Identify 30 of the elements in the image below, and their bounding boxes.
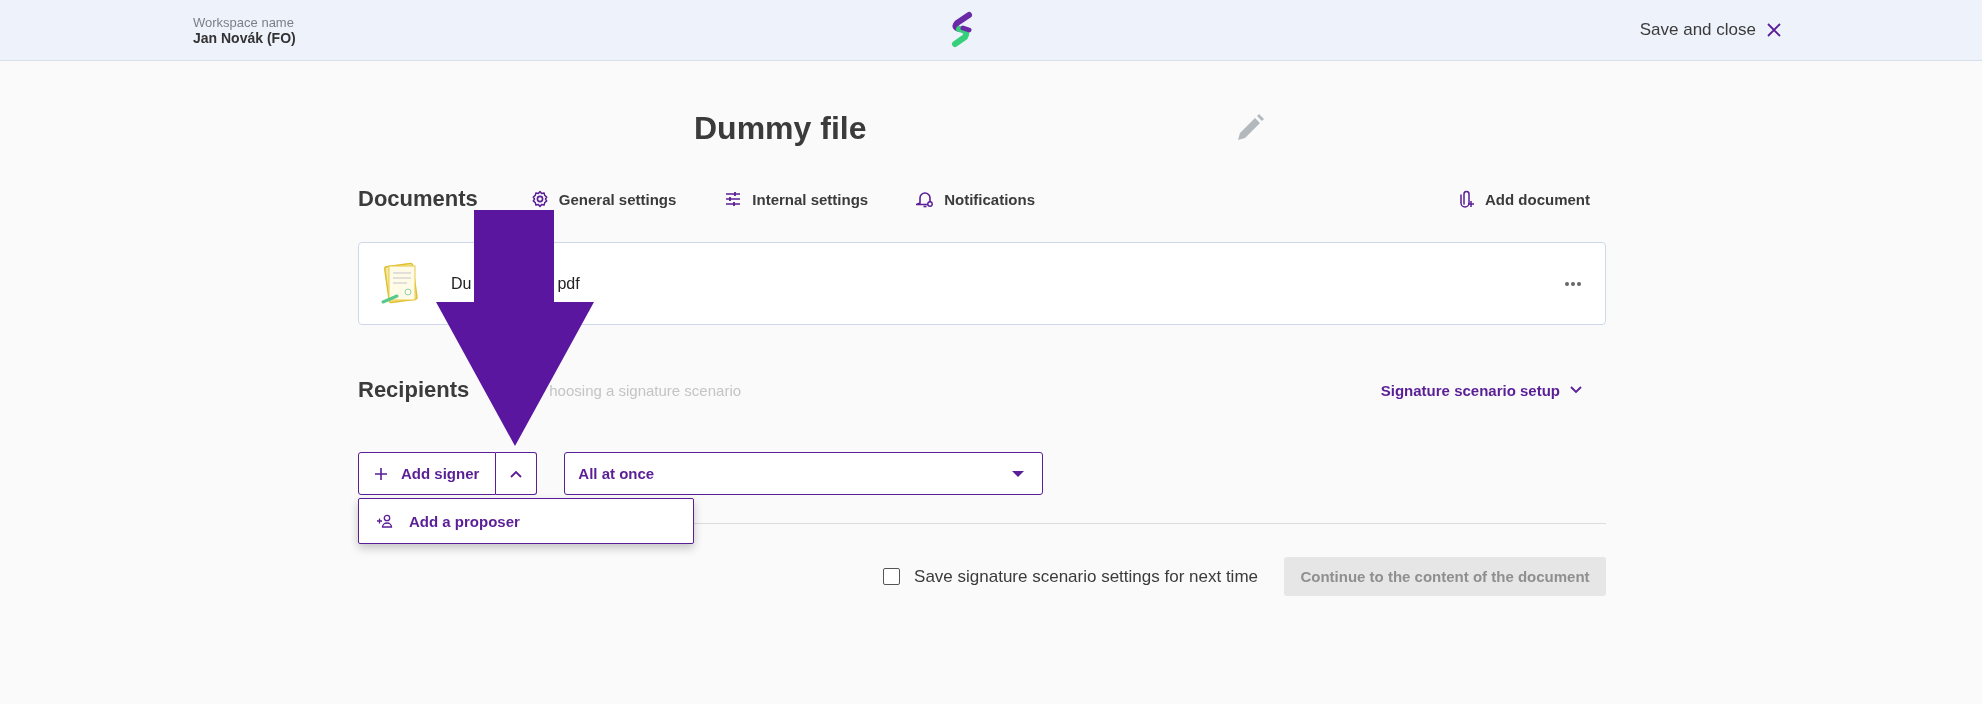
- checkbox-label: Save signature scenario settings for next time: [914, 566, 1258, 587]
- file-name: pdf: [557, 274, 580, 293]
- workspace-name: Jan Novák (FO): [193, 29, 296, 46]
- more-icon: [1565, 281, 1581, 286]
- document-title: Dummy file: [694, 109, 867, 147]
- order-select[interactable]: All at once: [564, 452, 1044, 495]
- close-icon: [1766, 22, 1782, 38]
- paperclip-icon: [1457, 190, 1475, 208]
- sliders-icon: [724, 190, 743, 208]
- settings-link[interactable]: General settings: [530, 189, 677, 209]
- checkbox[interactable]: [883, 568, 901, 585]
- workspace-label: Workspace name: [193, 14, 295, 30]
- file-name: Du: [451, 274, 472, 293]
- chevron-down-icon: [1570, 386, 1582, 394]
- chevron-up-icon: [510, 469, 523, 478]
- bell-icon: [916, 190, 935, 208]
- dropdown-icon: [1012, 470, 1025, 477]
- add-person-icon: [377, 514, 393, 528]
- settings-link[interactable]: Internal settings: [724, 189, 869, 209]
- section-heading: Documents: [358, 186, 478, 212]
- menu-item[interactable]: Add a proposer: [359, 506, 538, 536]
- save-and-close-button[interactable]: Save and close: [1639, 16, 1782, 44]
- gear-icon: [530, 190, 549, 208]
- signature-scenario-setup-button[interactable]: Signature scenario setup: [1380, 381, 1582, 399]
- add-document-button[interactable]: Add document: [1457, 189, 1590, 209]
- section-heading: Recipients: [358, 377, 470, 403]
- plus-icon: [375, 467, 387, 480]
- dropdown-toggle[interactable]: [496, 452, 538, 495]
- add-signer-button[interactable]: Add signer: [358, 452, 497, 495]
- settings-link[interactable]: Notifications: [916, 189, 1036, 209]
